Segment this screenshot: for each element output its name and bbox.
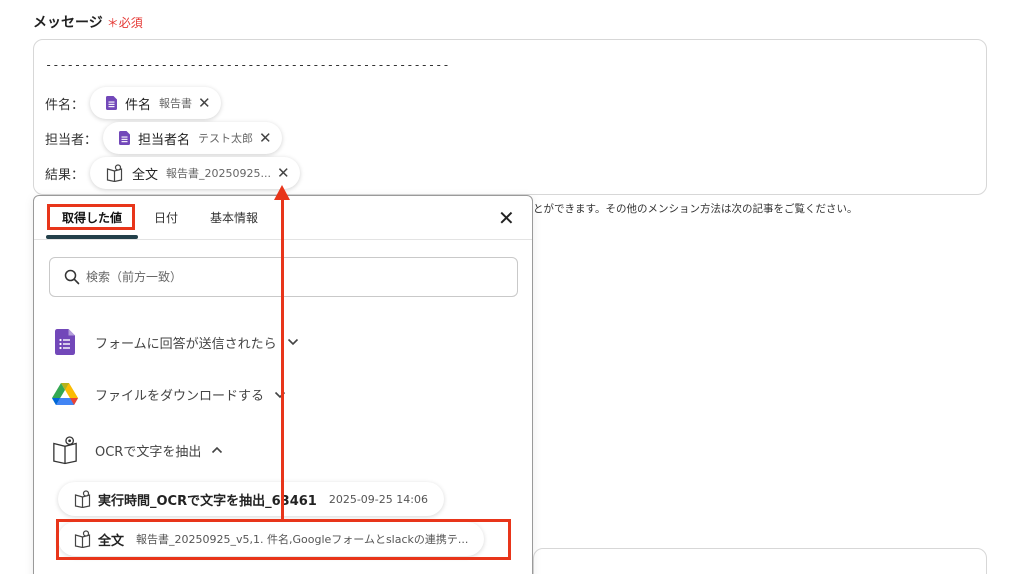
tab-date[interactable]: 日付 xyxy=(154,209,178,226)
output-item-exec-time[interactable]: 実行時間_OCRで文字を抽出_63461 2025-09-25 14:06 xyxy=(58,482,444,516)
ocr-book-icon xyxy=(106,164,124,182)
chip-value: テスト太郎 xyxy=(198,132,254,145)
section-label: ファイルをダウンロードする xyxy=(95,389,265,404)
remove-chip-icon[interactable]: ✕ xyxy=(259,130,272,146)
tab-basic-info[interactable]: 基本情報 xyxy=(210,209,258,226)
google-forms-icon xyxy=(119,131,131,145)
ocr-book-icon xyxy=(52,435,78,465)
message-row-assignee: 担当者： 担当者名 テスト太郎 ✕ xyxy=(45,122,282,154)
section-ocr-extract[interactable]: OCRで文字を抽出 xyxy=(52,435,223,465)
active-tab-indicator xyxy=(46,235,138,239)
mention-chip-subject[interactable]: 件名 報告書 ✕ xyxy=(90,87,221,119)
message-textarea[interactable]: ----------------------------------------… xyxy=(33,39,987,195)
row-label: 結果： xyxy=(45,167,85,183)
remove-chip-icon[interactable]: ✕ xyxy=(198,95,211,111)
output-item-full-text[interactable]: 全文 報告書_20250925_v5,1. 件名,Googleフォームとslac… xyxy=(58,522,485,556)
output-value: 2025-09-25 14:06 xyxy=(328,492,428,506)
section-form-trigger[interactable]: フォームに回答が送信されたら xyxy=(52,329,299,355)
annotation-arrow-line xyxy=(281,198,284,520)
ocr-book-icon xyxy=(74,530,92,548)
google-drive-icon xyxy=(52,383,78,406)
mention-chip-result[interactable]: 全文 報告書_20250925... ✕ xyxy=(90,157,300,189)
required-badge: ＊必須 xyxy=(106,16,143,30)
section-label: OCRで文字を抽出 xyxy=(95,444,202,460)
chip-name: 担当者名 xyxy=(138,132,191,148)
message-row-result: 結果： 全文 報告書_20250925... ✕ xyxy=(45,157,300,189)
annotation-arrow-head xyxy=(274,185,290,200)
mention-chip-assignee[interactable]: 担当者名 テスト太郎 ✕ xyxy=(103,122,282,154)
section-label: フォームに回答が送信されたら xyxy=(95,336,277,352)
close-icon[interactable]: ✕ xyxy=(498,206,515,230)
mention-hint-text: とができます。その他のメンション方法は次の記事をご覧ください。 xyxy=(533,203,858,215)
next-input-field[interactable] xyxy=(533,548,987,574)
search-icon xyxy=(64,269,80,285)
ocr-book-icon xyxy=(74,490,92,508)
message-field-label: メッセージ ＊必須 xyxy=(33,12,143,32)
row-label: 担当者： xyxy=(45,132,98,148)
chevron-down-icon[interactable] xyxy=(287,338,299,346)
chip-value: 報告書 xyxy=(159,97,193,110)
remove-chip-icon[interactable]: ✕ xyxy=(277,165,290,181)
search-input[interactable] xyxy=(86,270,486,284)
tab-acquired-values[interactable]: 取得した値 xyxy=(62,209,122,226)
output-name: 実行時間_OCRで文字を抽出_63461 xyxy=(98,493,317,509)
chevron-up-icon[interactable] xyxy=(211,446,223,454)
chip-name: 件名 xyxy=(125,97,152,113)
output-value: 報告書_20250925_v5,1. 件名,Googleフォームとslackの連… xyxy=(136,533,469,546)
google-forms-icon xyxy=(52,329,78,355)
row-label: 件名： xyxy=(45,97,85,113)
google-forms-icon xyxy=(106,96,118,110)
section-file-download[interactable]: ファイルをダウンロードする xyxy=(52,383,286,406)
chip-value: 報告書_20250925... xyxy=(166,167,272,180)
output-name: 全文 xyxy=(98,533,125,549)
divider-text: ----------------------------------------… xyxy=(45,58,450,72)
message-label-text: メッセージ xyxy=(33,15,103,31)
chip-name: 全文 xyxy=(132,167,159,183)
message-row-subject: 件名： 件名 報告書 ✕ xyxy=(45,87,221,119)
